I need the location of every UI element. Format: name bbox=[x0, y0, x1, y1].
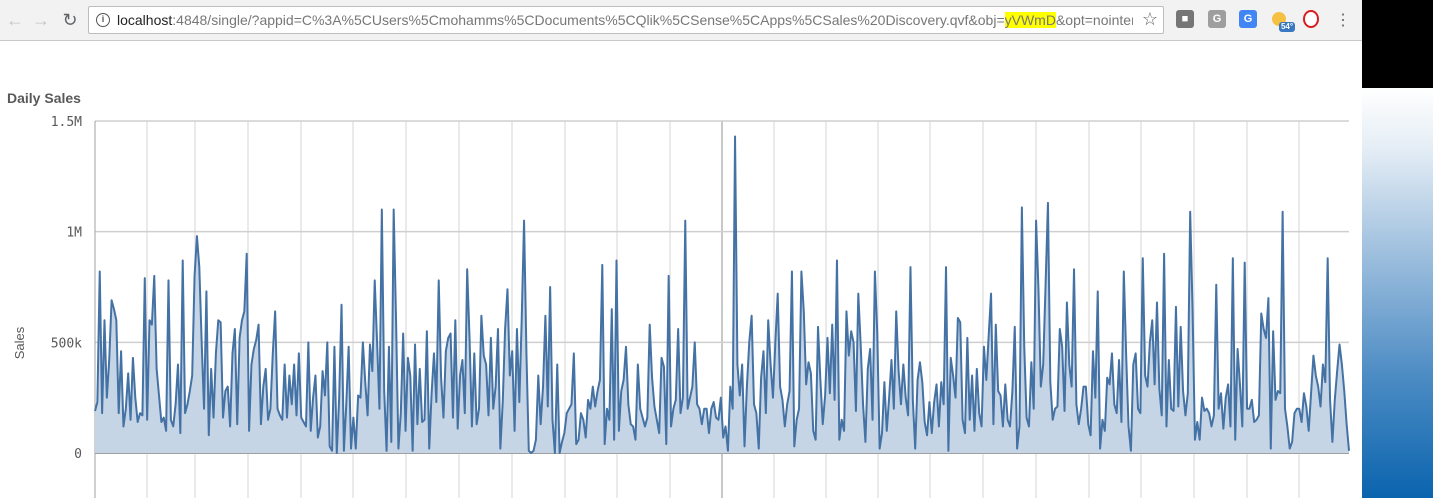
y-tick-label: 1.5M bbox=[51, 115, 82, 130]
y-tick-label: 0 bbox=[74, 447, 82, 462]
y-axis-title: Sales bbox=[12, 326, 27, 359]
y-tick-label: 1M bbox=[66, 226, 82, 241]
chart-svg: 0 500k 1M 1.5M Sales bbox=[12, 115, 1350, 498]
y-tick-label: 500k bbox=[51, 336, 82, 351]
